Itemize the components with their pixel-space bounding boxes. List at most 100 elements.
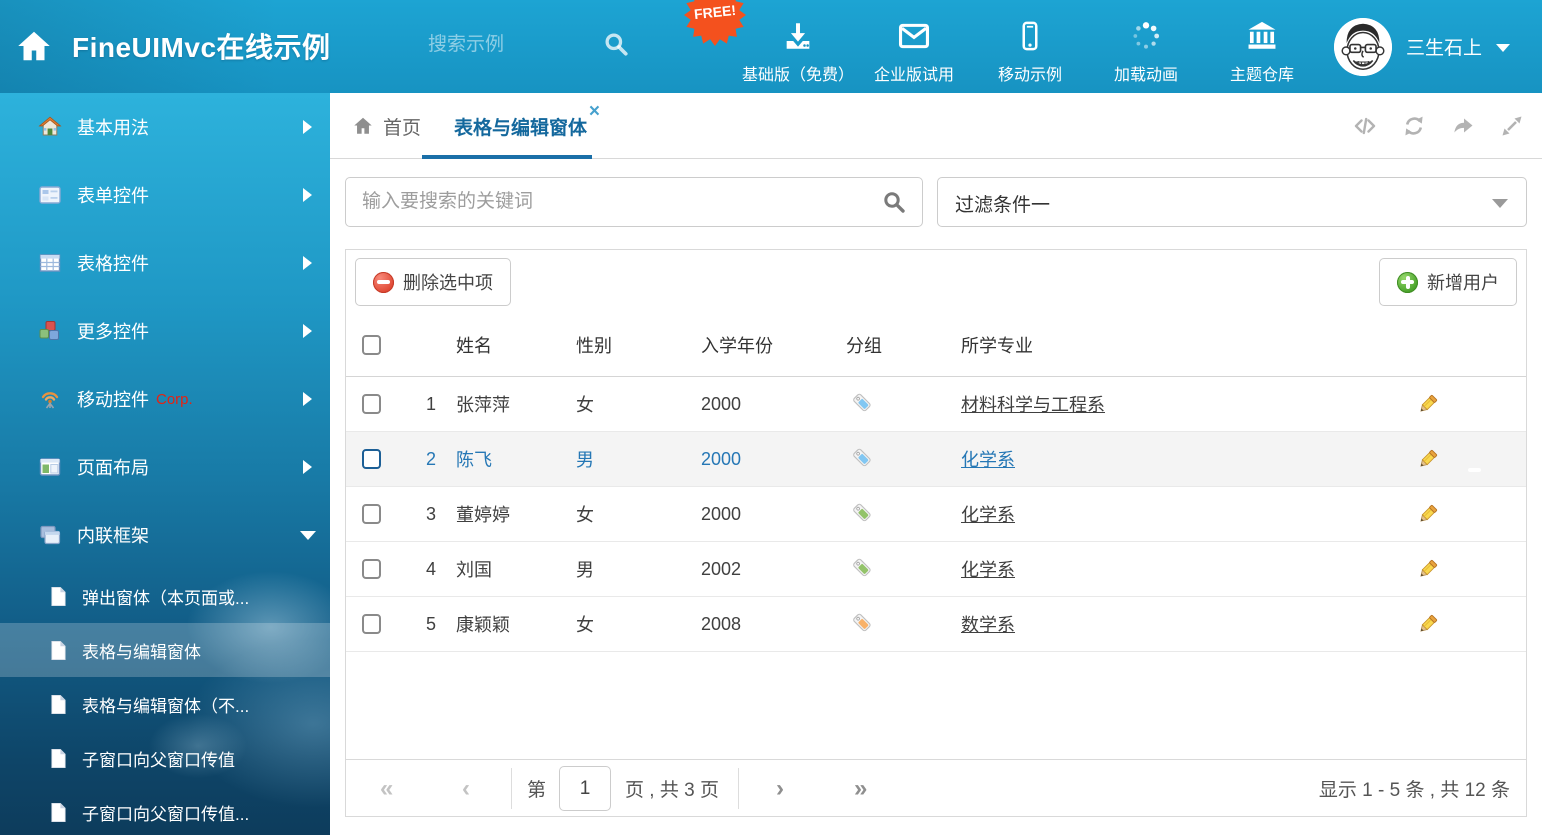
- sidebar-subitem[interactable]: 表格与编辑窗体（不...: [0, 677, 330, 731]
- header-nav: 基础版（免费）企业版试用移动示例加载动画主题仓库: [740, 0, 1320, 93]
- sidebar-item[interactable]: 表格控件: [0, 229, 330, 297]
- cell-gender: 男: [576, 556, 701, 582]
- major-link[interactable]: 化学系: [961, 560, 1015, 580]
- maximize-icon[interactable]: [1500, 114, 1524, 138]
- row-checkbox-cell: [346, 449, 406, 469]
- table-icon: [38, 251, 62, 275]
- header-search-input[interactable]: [428, 28, 598, 62]
- header-nav-item[interactable]: 基础版（免费）: [740, 9, 856, 85]
- tab-home-label: 首页: [383, 113, 421, 140]
- actions-cell: [1409, 448, 1526, 470]
- edit-pencil-icon[interactable]: [1417, 613, 1439, 635]
- sidebar-subitem[interactable]: 子窗口向父窗口传值...: [0, 785, 330, 835]
- delete-selected-label: 删除选中项: [403, 269, 493, 295]
- filter-dropdown[interactable]: 过滤条件一: [937, 177, 1527, 227]
- sidebar-item-label: 更多控件: [77, 318, 149, 344]
- open-new-window-icon[interactable]: [1451, 114, 1475, 138]
- major-cell: 化学系: [961, 556, 1409, 582]
- page-prev-button[interactable]: ‹: [462, 760, 470, 817]
- cell-gender: 女: [576, 611, 701, 637]
- row-checkbox[interactable]: [362, 394, 381, 414]
- group-cell: [846, 611, 961, 638]
- tab-close-icon[interactable]: ×: [589, 102, 600, 121]
- chevron-right-icon: [303, 460, 312, 474]
- major-link[interactable]: 数学系: [961, 615, 1015, 635]
- cell-name: 张萍萍: [456, 391, 576, 417]
- col-name: 姓名: [456, 332, 576, 358]
- tag-icon: [851, 617, 873, 637]
- sidebar-item[interactable]: 页面布局: [0, 433, 330, 501]
- sidebar-item[interactable]: 表单控件: [0, 161, 330, 229]
- major-link[interactable]: 材料科学与工程系: [961, 395, 1105, 415]
- cell-name: 康颖颖: [456, 611, 576, 637]
- sidebar-item[interactable]: 更多控件: [0, 297, 330, 365]
- sidebar-subitem[interactable]: 表格与编辑窗体: [0, 623, 330, 677]
- sidebar-subitem[interactable]: 子窗口向父窗口传值: [0, 731, 330, 785]
- edit-pencil-icon[interactable]: [1417, 503, 1439, 525]
- sidebar-item[interactable]: 移动控件Corp.: [0, 365, 330, 433]
- layout-icon: [38, 455, 62, 479]
- app-title: FineUIMvc在线示例: [72, 26, 331, 66]
- home-icon: [38, 115, 62, 139]
- table-row[interactable]: 3董婷婷女2000化学系: [346, 487, 1526, 542]
- page-icon: [48, 640, 69, 661]
- tab-active[interactable]: 表格与编辑窗体 ×: [422, 93, 592, 159]
- major-cell: 数学系: [961, 611, 1409, 637]
- spinner-icon: [1129, 19, 1163, 53]
- sidebar-subitem[interactable]: 弹出窗体（本页面或...: [0, 569, 330, 623]
- tab-active-label: 表格与编辑窗体: [454, 113, 587, 140]
- major-link[interactable]: 化学系: [961, 505, 1015, 525]
- row-checkbox[interactable]: [362, 504, 381, 524]
- page-first-button[interactable]: «: [380, 760, 393, 817]
- page-last-button[interactable]: »: [854, 760, 867, 817]
- view-source-icon[interactable]: [1353, 114, 1377, 138]
- sidebar-subitem-label: 表格与编辑窗体（不...: [82, 692, 249, 717]
- cell-gender: 女: [576, 391, 701, 417]
- sidebar-item[interactable]: 内联框架: [0, 501, 330, 569]
- home-icon[interactable]: [16, 28, 52, 64]
- row-checkbox[interactable]: [362, 559, 381, 579]
- table-row[interactable]: 1张萍萍女2000材料科学与工程系: [346, 377, 1526, 432]
- header-nav-item[interactable]: 移动示例: [972, 9, 1088, 85]
- table-row[interactable]: 2陈飞男2000化学系: [346, 432, 1526, 487]
- sidebar-item-label: 页面布局: [77, 454, 149, 480]
- group-cell: [846, 501, 961, 528]
- header-search-icon[interactable]: [603, 31, 629, 57]
- group-cell: [846, 556, 961, 583]
- edit-pencil-icon[interactable]: [1417, 448, 1439, 470]
- page-next-button[interactable]: ›: [776, 760, 784, 817]
- sidebar-item[interactable]: 基本用法: [0, 93, 330, 161]
- add-user-label: 新增用户: [1427, 269, 1499, 295]
- avatar[interactable]: [1334, 18, 1392, 76]
- user-menu[interactable]: 三生石上: [1334, 0, 1510, 93]
- add-user-button[interactable]: 新增用户: [1379, 258, 1517, 306]
- row-checkbox[interactable]: [362, 614, 381, 634]
- edit-pencil-icon[interactable]: [1417, 558, 1439, 580]
- keyword-search-icon[interactable]: [882, 190, 906, 214]
- header-nav-item[interactable]: 加载动画: [1088, 9, 1204, 85]
- col-major: 所学专业: [961, 332, 1409, 358]
- actions-cell: [1409, 503, 1526, 525]
- select-all-checkbox[interactable]: [362, 335, 381, 355]
- row-checkbox[interactable]: [362, 449, 381, 469]
- minus-circle-icon: [373, 272, 394, 293]
- users-table: 姓名 性别 入学年份 分组 所学专业 1张萍萍女2000材料科学与工程系2陈飞男…: [346, 313, 1526, 652]
- edit-pencil-icon[interactable]: [1417, 393, 1439, 415]
- grid-toolbar: 删除选中项 新增用户: [346, 250, 1526, 313]
- header-nav-item[interactable]: 企业版试用: [856, 9, 972, 85]
- delete-selected-button[interactable]: 删除选中项: [355, 258, 511, 306]
- header-nav-item[interactable]: 主题仓库: [1204, 9, 1320, 85]
- major-link[interactable]: 化学系: [961, 450, 1015, 470]
- table-row[interactable]: 5康颖颖女2008数学系: [346, 597, 1526, 652]
- cell-year: 2000: [701, 394, 846, 415]
- keyword-search-input[interactable]: [345, 177, 923, 227]
- tag-icon: [851, 507, 873, 527]
- free-badge: FREE!: [684, 0, 746, 46]
- table-row[interactable]: 4刘国男2002化学系: [346, 542, 1526, 597]
- tab-home[interactable]: 首页: [352, 93, 421, 159]
- refresh-icon[interactable]: [1402, 114, 1426, 138]
- page-number-input[interactable]: [559, 766, 611, 811]
- col-group: 分组: [846, 332, 961, 358]
- sidebar-subitem-label: 子窗口向父窗口传值: [82, 746, 235, 771]
- page-suffix-label: 页 , 共 3 页: [625, 760, 719, 817]
